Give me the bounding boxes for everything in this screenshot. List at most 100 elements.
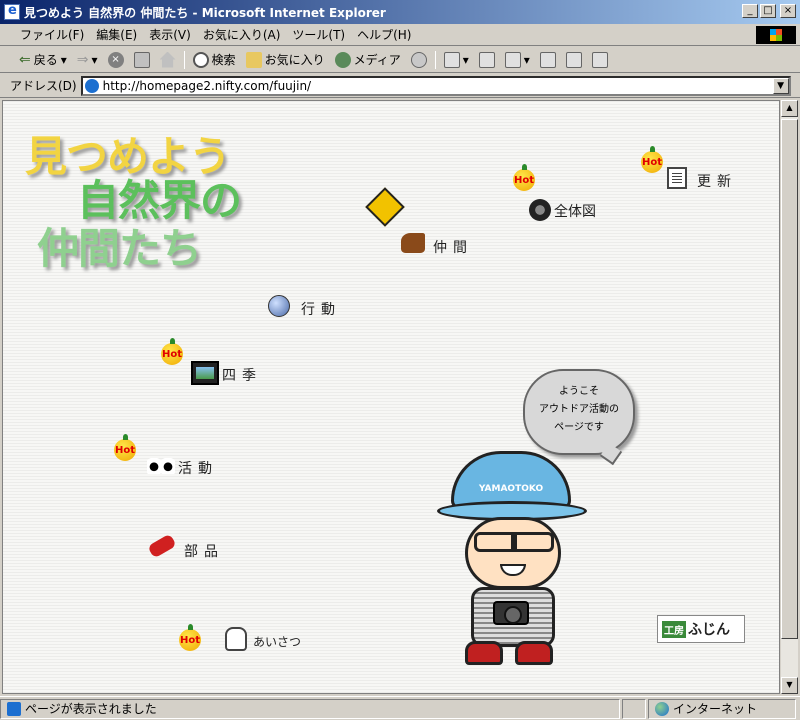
chevron-down-icon[interactable]: ▾: [92, 53, 98, 67]
toolbar-separator: [183, 50, 185, 69]
knife-icon[interactable]: [147, 533, 177, 559]
forward-arrow-icon: ⇒: [76, 51, 89, 68]
page-icon: [7, 701, 21, 716]
map-icon[interactable]: [529, 199, 551, 221]
menu-tools[interactable]: ツール(T): [286, 26, 351, 43]
status-progress-panel: [622, 698, 646, 719]
edit-button[interactable]: ▾: [500, 51, 535, 68]
ie-icon: [4, 3, 20, 20]
status-text-panel: ページが表示されました: [0, 698, 620, 719]
nav-seasons-link[interactable]: 四季: [222, 365, 262, 385]
media-button[interactable]: メディア: [330, 51, 406, 68]
stop-button[interactable]: ×: [103, 51, 129, 68]
boot-icon[interactable]: [401, 233, 425, 253]
discuss-button[interactable]: [535, 51, 561, 68]
internet-zone-icon: [655, 701, 669, 716]
print-button[interactable]: [474, 51, 500, 68]
nav-parts-link[interactable]: 部品: [184, 541, 224, 561]
bubble-line-3: ページです: [554, 422, 604, 433]
forward-button[interactable]: ⇒ ▾: [72, 52, 103, 68]
bubble-line-1: ようこそ: [559, 386, 599, 397]
globe-icon[interactable]: [268, 295, 290, 317]
menu-help[interactable]: ヘルプ(H): [351, 26, 417, 43]
close-button[interactable]: ×: [780, 4, 796, 18]
nav-activities-link[interactable]: 活動: [178, 458, 218, 478]
back-label: 戻る: [33, 53, 58, 67]
scroll-down-button[interactable]: ▼: [781, 677, 798, 694]
logo-left-text: 工房: [662, 620, 686, 638]
hand-pointer-icon[interactable]: [225, 627, 247, 651]
stop-icon: ×: [107, 51, 124, 68]
mail-button[interactable]: ▾: [439, 51, 474, 68]
address-bar: アドレス(D) http://homepage2.nifty.com/fuuji…: [0, 74, 800, 98]
status-text: ページが表示されました: [25, 702, 157, 716]
status-zone-panel: インターネット: [648, 698, 796, 719]
camera-icon: [493, 601, 529, 625]
hot-badge-icon: Hot: [114, 434, 136, 461]
research-button[interactable]: [561, 51, 587, 68]
edit-icon: [504, 51, 521, 68]
messenger-button[interactable]: [587, 51, 613, 68]
glasses: [474, 532, 554, 552]
hot-badge-icon: Hot: [161, 338, 183, 365]
left-boot: [465, 641, 503, 665]
favorites-label: お気に入り: [264, 53, 325, 67]
home-button[interactable]: [155, 51, 181, 68]
refresh-button[interactable]: [129, 51, 155, 68]
address-url: http://homepage2.nifty.com/fuujin/: [102, 78, 312, 93]
window-title: 見つめよう 自然界の 仲間たち - Microsoft Internet Exp…: [24, 5, 386, 20]
hot-badge-icon: Hot: [179, 624, 201, 651]
status-bar: ページが表示されました インターネット: [0, 696, 800, 720]
chevron-down-icon[interactable]: ▾: [463, 53, 469, 67]
workshop-fujin-logo[interactable]: 工房 ふじん: [657, 615, 745, 643]
discuss-icon: [539, 51, 556, 68]
vertical-scrollbar[interactable]: ▲ ▼: [781, 100, 798, 694]
chevron-down-icon[interactable]: ▾: [61, 53, 67, 67]
research-icon: [565, 51, 582, 68]
media-label: メディア: [353, 53, 401, 67]
chevron-down-icon[interactable]: ▾: [524, 53, 530, 67]
favorites-button[interactable]: お気に入り: [241, 51, 330, 68]
scroll-thumb[interactable]: [781, 119, 798, 639]
status-zone: インターネット: [673, 702, 758, 716]
chevron-down-icon[interactable]: ▼: [772, 77, 789, 94]
toolbar-separator: [434, 50, 436, 69]
menu-edit[interactable]: 編集(E): [90, 26, 143, 43]
nav-update-link[interactable]: 更新: [697, 171, 737, 191]
search-icon: [192, 51, 209, 68]
update-icon[interactable]: [667, 167, 687, 189]
eyes-icon[interactable]: [147, 458, 175, 474]
home-icon: [159, 51, 176, 68]
search-button[interactable]: 検索: [188, 51, 241, 68]
nav-map-link[interactable]: 全体図: [554, 201, 596, 221]
maximize-button[interactable]: □: [760, 4, 776, 18]
menu-view[interactable]: 表示(V): [143, 26, 197, 43]
media-icon: [334, 51, 351, 68]
mail-icon: [443, 51, 460, 68]
windows-logo-icon: [756, 26, 796, 44]
menu-bar: ファイル(F) 編集(E) 表示(V) お気に入り(A) ツール(T) ヘルプ(…: [0, 24, 800, 46]
nav-behavior-link[interactable]: 行動: [301, 299, 341, 319]
face: [465, 517, 561, 589]
title-bar: 見つめよう 自然界の 仲間たち - Microsoft Internet Exp…: [0, 0, 800, 24]
mouth: [500, 564, 526, 576]
page-icon: [84, 78, 99, 93]
film-icon[interactable]: [191, 361, 219, 385]
hot-badge-icon: Hot: [513, 164, 535, 191]
history-icon: [410, 51, 427, 68]
menu-file[interactable]: ファイル(F): [14, 26, 90, 43]
menu-favorites[interactable]: お気に入り(A): [197, 26, 287, 43]
toolbar: ⇐ 戻る ▾ ⇒ ▾ × 検索 お気に入り メディア ▾ ▾: [0, 47, 800, 73]
bubble-line-2: アウトドア活動の: [539, 404, 619, 415]
nav-friends-link[interactable]: 仲間: [433, 237, 473, 257]
hiker-mascot-illustration: YAMAOTOKO: [435, 451, 595, 671]
minimize-button[interactable]: _: [742, 4, 758, 18]
right-boot: [515, 641, 553, 665]
messenger-icon: [591, 51, 608, 68]
history-button[interactable]: [406, 51, 432, 68]
nav-greeting-link[interactable]: あいさつ: [253, 633, 301, 650]
address-input[interactable]: http://homepage2.nifty.com/fuujin/ ▼: [80, 75, 791, 96]
back-button[interactable]: ⇐ 戻る ▾: [14, 51, 72, 68]
scroll-up-button[interactable]: ▲: [781, 100, 798, 117]
hot-badge-icon: Hot: [641, 146, 663, 173]
